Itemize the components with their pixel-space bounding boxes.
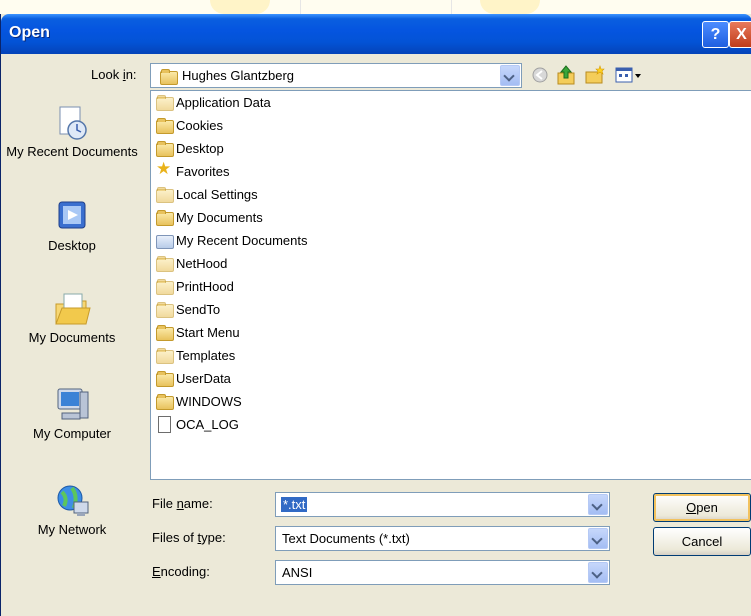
place-label: My Network <box>37 522 107 537</box>
text-file-icon <box>156 416 174 433</box>
list-item[interactable]: ★ Favorites <box>156 160 229 182</box>
folder-icon <box>156 256 174 272</box>
file-name: Desktop <box>176 140 224 156</box>
file-name: My Recent Documents <box>176 232 308 248</box>
file-name: Application Data <box>176 94 271 110</box>
list-item[interactable]: PrintHood <box>156 275 234 297</box>
list-item[interactable]: My Documents <box>156 206 263 228</box>
list-item[interactable]: Application Data <box>156 91 271 113</box>
my-documents-icon <box>52 290 92 328</box>
open-dialog: Open ? X Look in: Hughes Glantzberg My R… <box>0 14 751 616</box>
place-label: My Recent Documents <box>6 144 138 159</box>
background-strip <box>0 0 751 14</box>
list-item[interactable]: UserData <box>156 367 231 389</box>
encoding-value: ANSI <box>282 565 313 580</box>
list-item[interactable]: Start Menu <box>156 321 240 343</box>
list-item[interactable]: SendTo <box>156 298 220 320</box>
cancel-button[interactable]: Cancel <box>653 527 751 556</box>
file-name: Favorites <box>176 163 230 179</box>
file-type-combo[interactable]: Text Documents (*.txt) <box>275 526 610 551</box>
folder-icon <box>156 118 174 134</box>
place-label: My Computer <box>32 426 112 441</box>
star-icon: ★ <box>156 159 172 178</box>
window-title: Open <box>9 24 50 41</box>
list-item[interactable]: Cookies <box>156 114 223 136</box>
file-name: SendTo <box>176 301 221 317</box>
folder-icon <box>156 348 174 364</box>
file-name: NetHood <box>176 255 228 271</box>
look-in-label: Look in: <box>91 67 137 82</box>
file-name: PrintHood <box>176 278 234 294</box>
encoding-label: Encoding: <box>152 564 210 579</box>
file-type-value: Text Documents (*.txt) <box>282 531 410 546</box>
place-my-recent-documents[interactable]: My Recent Documents <box>1 104 143 160</box>
place-my-computer[interactable]: My Computer <box>1 386 143 442</box>
file-name: OCA_LOG <box>176 416 239 432</box>
file-name: Templates <box>176 347 236 363</box>
views-menu-icon[interactable] <box>614 64 644 86</box>
chevron-down-icon[interactable] <box>588 562 608 583</box>
chevron-down-icon[interactable] <box>588 528 608 549</box>
back-arrow-icon[interactable] <box>529 64 551 86</box>
file-name: WINDOWS <box>176 393 242 409</box>
help-button[interactable]: ? <box>702 21 729 48</box>
my-computer-icon <box>52 386 92 424</box>
file-name: Cookies <box>176 117 223 133</box>
recent-documents-icon <box>52 104 92 142</box>
place-my-documents[interactable]: My Documents <box>1 290 143 346</box>
list-item[interactable]: WINDOWS <box>156 390 242 412</box>
folder-icon <box>156 279 174 295</box>
folder-icon <box>156 325 174 341</box>
recent-folder-icon <box>156 233 174 249</box>
background-shape <box>210 0 270 14</box>
file-name: Start Menu <box>176 324 240 340</box>
background-shape <box>480 0 540 14</box>
open-button[interactable]: Open <box>653 493 751 522</box>
file-name: My Documents <box>176 209 263 225</box>
file-name-input[interactable]: *.txt <box>275 492 610 517</box>
file-name: Local Settings <box>176 186 258 202</box>
list-item[interactable]: OCA_LOG <box>156 413 239 435</box>
folder-icon <box>156 141 174 157</box>
folder-icon <box>160 69 178 85</box>
folder-icon <box>156 187 174 203</box>
up-folder-icon[interactable] <box>555 64 577 86</box>
list-item[interactable]: NetHood <box>156 252 227 274</box>
folder-icon <box>156 210 174 226</box>
list-item[interactable]: My Recent Documents <box>156 229 308 251</box>
folder-icon <box>156 394 174 410</box>
title-bar[interactable]: Open ? X <box>1 14 751 54</box>
list-item[interactable]: Local Settings <box>156 183 258 205</box>
folder-icon <box>156 302 174 318</box>
place-label: My Documents <box>28 330 116 345</box>
place-label: Desktop <box>48 238 96 253</box>
list-item[interactable]: Templates <box>156 344 235 366</box>
encoding-combo[interactable]: ANSI <box>275 560 610 585</box>
look-in-combo[interactable]: Hughes Glantzberg <box>150 63 522 88</box>
background-shape <box>300 0 452 14</box>
places-bar: My Recent Documents Desktop My Documents… <box>1 90 143 612</box>
new-folder-icon[interactable] <box>584 64 606 86</box>
file-name-label: File name: <box>152 496 213 511</box>
file-name: UserData <box>176 370 231 386</box>
close-button[interactable]: X <box>729 21 751 48</box>
place-my-network[interactable]: My Network <box>1 482 143 538</box>
desktop-icon <box>52 198 92 236</box>
place-desktop[interactable]: Desktop <box>1 198 143 254</box>
chevron-down-icon[interactable] <box>500 65 520 86</box>
file-type-label: Files of type: <box>152 530 226 545</box>
folder-icon <box>156 371 174 387</box>
look-in-value: Hughes Glantzberg <box>182 68 295 83</box>
file-name-value: *.txt <box>281 497 308 512</box>
chevron-down-icon[interactable] <box>588 494 608 515</box>
file-name-dropdown[interactable] <box>588 494 608 515</box>
file-list[interactable]: Application Data Cookies Desktop ★ Favori… <box>150 90 751 480</box>
list-item[interactable]: Desktop <box>156 137 224 159</box>
my-network-icon <box>52 482 92 520</box>
folder-icon <box>156 95 174 111</box>
